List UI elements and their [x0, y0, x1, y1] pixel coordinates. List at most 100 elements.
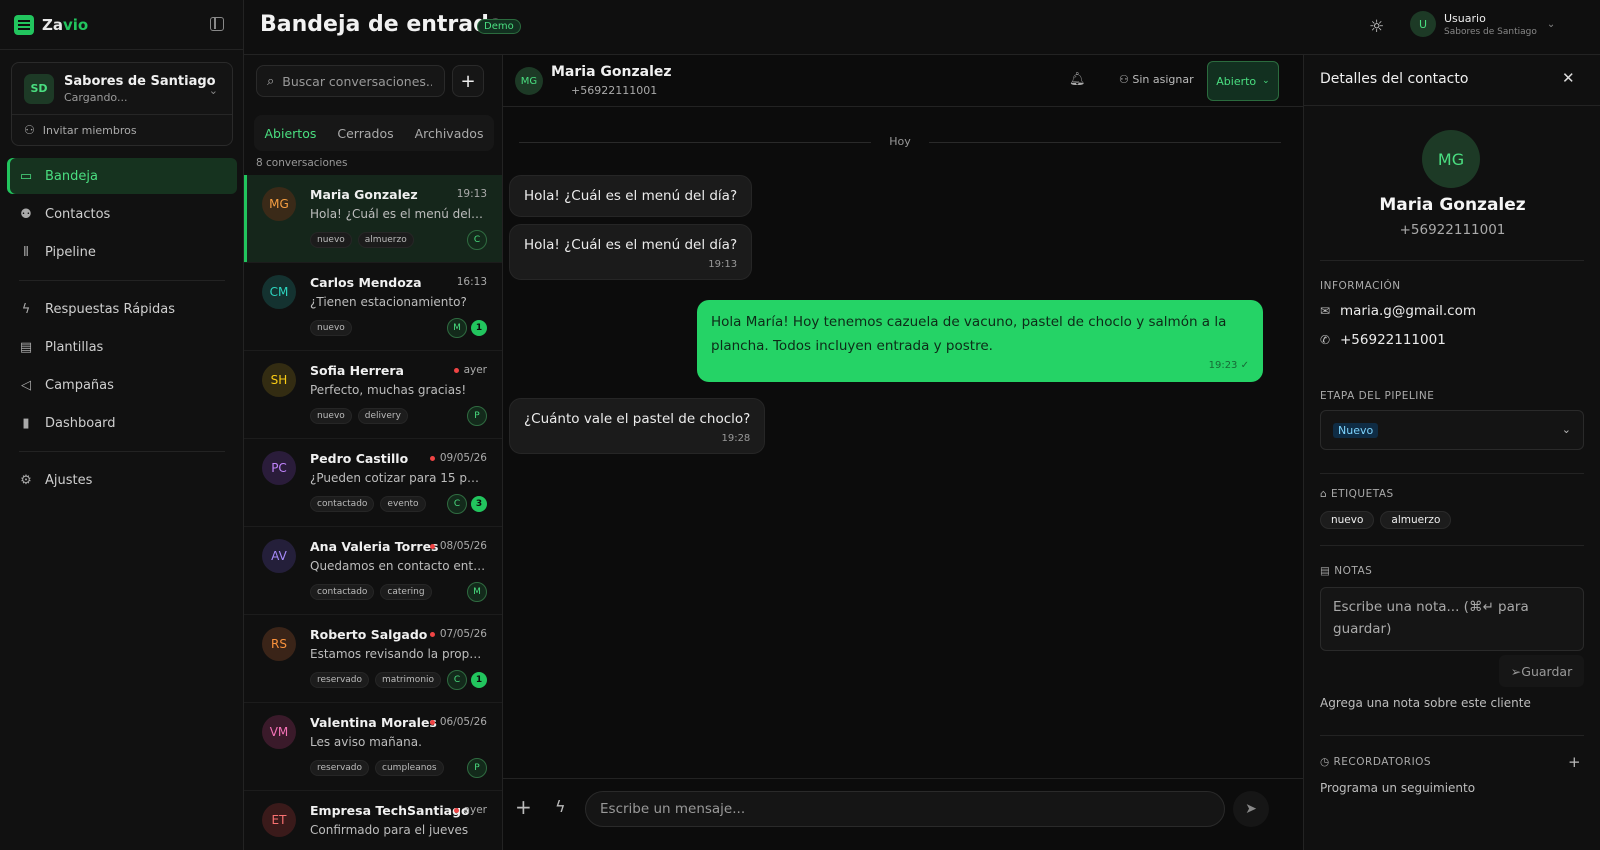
- nav-item-templates[interactable]: ▤ Plantillas: [7, 329, 237, 365]
- invite-members-button[interactable]: ⚇ Invitar miembros: [12, 115, 232, 145]
- conversation-item[interactable]: PC Pedro Castillo 09/05/26 ¿Pueden cotizar …: [244, 439, 502, 527]
- message-incoming: ¿Cuánto vale el pastel de choclo? 19:28: [509, 398, 766, 454]
- user-org: Sabores de Santiago: [1444, 26, 1537, 37]
- conversation-avatar: RS: [262, 627, 296, 661]
- conversation-item[interactable]: CM Carlos Mendoza 16:13 ¿Tienen estacionami…: [244, 263, 502, 351]
- new-conversation-button[interactable]: +: [452, 65, 484, 97]
- agent-badge: C: [447, 494, 467, 514]
- chat-panel: MG Maria Gonzalez +56922111001 🔔︎ ⚇ Sin …: [503, 55, 1303, 850]
- conversation-preview: Hola! ¿Cuál es el menú del día?: [310, 207, 486, 221]
- conversation-time: 19:13: [456, 188, 487, 200]
- collapse-sidebar-icon[interactable]: [210, 17, 224, 31]
- clock-icon: ◷: [1320, 756, 1334, 768]
- chat-contact-name: Maria Gonzalez: [551, 64, 672, 80]
- conversation-preview: Perfecto, muchas gracias!: [310, 383, 467, 397]
- nav-item-quick-replies[interactable]: ϟ Respuestas Rápidas: [7, 291, 237, 327]
- conversation-preview: ¿Tienen estacionamiento?: [310, 295, 467, 309]
- zavio-logo-icon: [14, 14, 34, 35]
- reminders-hint: Programa un seguimiento: [1320, 781, 1476, 795]
- reminders-section-label: ◷ RECORDATORIOS: [1320, 756, 1432, 768]
- conversation-avatar: CM: [262, 275, 296, 309]
- tag-chip: contactado: [310, 496, 375, 512]
- send-button[interactable]: ➤: [1233, 791, 1269, 827]
- tag-chip: contactado: [310, 584, 375, 600]
- agent-badge: C: [467, 230, 487, 250]
- tag-chip[interactable]: nuevo: [1320, 511, 1375, 529]
- org-switcher[interactable]: SD Sabores de Santiago Cargando... ⌄ ⚇ I…: [11, 62, 233, 146]
- nav-item-campaigns[interactable]: ◁ Campañas: [7, 367, 237, 403]
- add-reminder-button[interactable]: +: [1568, 753, 1581, 771]
- attach-plus-icon[interactable]: +: [515, 795, 532, 819]
- tag-chip: evento: [380, 496, 426, 512]
- nav-item-pipeline[interactable]: ⦀ Pipeline: [7, 234, 237, 270]
- theme-toggle-sun-icon[interactable]: ☼: [1369, 17, 1384, 37]
- message-input[interactable]: [585, 791, 1225, 827]
- notes-section-label: ▤ NOTAS: [1320, 565, 1373, 577]
- nav-item-inbox[interactable]: ▭ Bandeja: [7, 158, 237, 194]
- bell-icon[interactable]: 🔔︎: [1069, 72, 1086, 87]
- conversation-avatar: MG: [262, 187, 296, 221]
- tag-chip[interactable]: almuerzo: [1380, 511, 1452, 529]
- user-plus-icon: ⚇: [24, 123, 35, 137]
- unread-dot-icon: [453, 807, 459, 813]
- conversation-name: Carlos Mendoza: [310, 275, 422, 290]
- close-icon[interactable]: ✕: [1562, 69, 1575, 87]
- save-note-button[interactable]: ➢ Guardar: [1499, 655, 1584, 687]
- tab-archived[interactable]: Archivados: [415, 126, 484, 141]
- unread-count-badge: 3: [471, 496, 487, 512]
- conversation-tabs: Abiertos Cerrados Archivados: [254, 115, 494, 151]
- conversation-item[interactable]: ET Empresa TechSantiago ayer Confirmado par…: [244, 791, 502, 850]
- contact-phone: +56922111001: [1399, 222, 1506, 238]
- pipeline-stage-value: Nuevo: [1333, 423, 1379, 438]
- conversation-item[interactable]: AV Ana Valeria Torres 08/05/26 Quedamos en …: [244, 527, 502, 615]
- status-dropdown[interactable]: Abierto ⌄: [1207, 61, 1279, 101]
- conversation-item[interactable]: SH Sofia Herrera ayer Perfecto, muchas grac…: [244, 351, 502, 439]
- quick-reply-bolt-icon[interactable]: ϟ: [555, 797, 566, 816]
- bolt-icon: ϟ: [21, 301, 31, 317]
- unread-count-badge: 1: [471, 320, 487, 336]
- conversation-count: 8 conversaciones: [256, 157, 348, 169]
- nav-item-settings[interactable]: ⚙ Ajustes: [7, 462, 237, 498]
- send-icon: ➤: [1245, 801, 1257, 817]
- conversation-item[interactable]: VM Valentina Morales 06/05/26 Les aviso mañ…: [244, 703, 502, 791]
- search-input[interactable]: [282, 73, 433, 89]
- contact-email: ✉ maria.g@gmail.com: [1320, 303, 1476, 319]
- chevron-down-icon[interactable]: ⌄: [209, 84, 218, 97]
- chat-contact-avatar: MG: [515, 67, 543, 95]
- tag-chip: nuevo: [310, 408, 352, 424]
- conversation-preview: Confirmado para el jueves: [310, 823, 469, 837]
- conversation-item[interactable]: MG Maria Gonzalez 19:13 Hola! ¿Cuál es el m…: [244, 175, 502, 263]
- search-box[interactable]: ⌕: [256, 65, 445, 97]
- nav-item-dashboard[interactable]: ▮ Dashboard: [7, 405, 237, 441]
- agent-badge: P: [467, 406, 487, 426]
- tab-closed[interactable]: Cerrados: [337, 126, 393, 141]
- conversation-name: Ana Valeria Torres: [310, 539, 439, 554]
- conversation-time: ayer: [453, 364, 487, 376]
- nav-divider: [19, 280, 225, 281]
- nav-item-contacts[interactable]: ⚉ Contactos: [7, 196, 237, 232]
- message-incoming: Hola! ¿Cuál es el menú del día? 19:13: [509, 224, 753, 280]
- search-icon: ⌕: [267, 73, 275, 89]
- user-menu[interactable]: U Usuario Sabores de Santiago ⌄: [1410, 11, 1555, 37]
- pipeline-stage-select[interactable]: Nuevo ⌄: [1320, 410, 1584, 450]
- conversation-time: ayer: [453, 804, 487, 816]
- contact-tags: nuevo almuerzo: [1320, 511, 1457, 529]
- tag-chip: cumpleanos: [375, 760, 444, 776]
- message-time: 19:23: [1208, 360, 1238, 371]
- conversation-item[interactable]: RS Roberto Salgado 07/05/26 Estamos revisan…: [244, 615, 502, 703]
- conversation-list-panel: ⌕ + Abiertos Cerrados Archivados 8 conve…: [244, 55, 503, 850]
- tag-chip: matrimonio: [375, 672, 442, 688]
- conversation-preview: Les aviso mañana.: [310, 735, 422, 749]
- agent-badge: P: [467, 758, 487, 778]
- tag-chip: reservado: [310, 672, 370, 688]
- note-textarea[interactable]: [1320, 587, 1584, 651]
- conversation-time: 06/05/26: [429, 716, 487, 728]
- conversation-name: Empresa TechSantiago: [310, 803, 470, 818]
- conversation-time: 16:13: [456, 276, 487, 288]
- tab-open[interactable]: Abiertos: [265, 126, 317, 141]
- assign-button[interactable]: ⚇ Sin asignar: [1119, 73, 1194, 86]
- tag-chip: delivery: [357, 408, 408, 424]
- send-icon: ➢: [1510, 663, 1522, 679]
- conversation-name: Sofia Herrera: [310, 363, 404, 378]
- chat-contact-phone: +56922111001: [571, 84, 658, 97]
